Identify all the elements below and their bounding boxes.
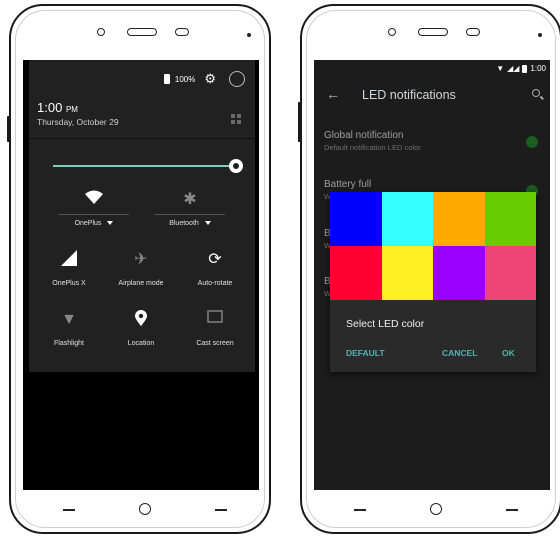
tile-label: Auto-rotate	[197, 280, 233, 287]
tile-label: Flashlight	[54, 340, 84, 347]
color-swatch-grid	[330, 192, 536, 300]
cell-signal-icon	[39, 250, 99, 270]
tile-label: Cast screen	[196, 340, 234, 347]
recents-key[interactable]	[506, 509, 518, 511]
brightness-thumb[interactable]	[229, 159, 243, 173]
dialog-title: Select LED color	[346, 318, 425, 330]
gear-icon[interactable]: ⚙	[204, 72, 216, 86]
front-camera	[388, 28, 396, 36]
phone-left: 100% ⚙ 1:00 PM Thursday, October 29 OneP…	[7, 4, 271, 534]
avatar[interactable]	[229, 71, 245, 87]
color-swatch[interactable]	[381, 246, 433, 300]
battery-icon	[522, 64, 528, 73]
back-key[interactable]	[63, 509, 75, 511]
app-bar: ← LED notifications	[314, 80, 550, 114]
screen-left: 100% ⚙ 1:00 PM Thursday, October 29 OneP…	[23, 60, 259, 490]
tile-cast[interactable]: Cast screen	[185, 310, 245, 347]
cancel-button[interactable]: CANCEL	[442, 348, 477, 358]
front-sensor-dot	[538, 33, 542, 37]
wifi-icon	[59, 190, 129, 210]
tile-airplane[interactable]: ✈ Airplane mode	[111, 250, 171, 287]
power-button	[7, 116, 10, 142]
auto-rotate-icon: ⟳	[208, 251, 222, 268]
home-key[interactable]	[139, 503, 151, 515]
clock[interactable]: 1:00 PM	[37, 100, 78, 115]
tile-label: OnePlus	[74, 220, 102, 227]
tile-divider	[59, 214, 129, 215]
earpiece-speaker	[127, 28, 157, 36]
front-camera	[97, 28, 105, 36]
tile-label: Location	[127, 340, 155, 347]
tile-label: OnePlus X	[52, 280, 86, 287]
battery-percent: 100%	[174, 74, 196, 84]
qs-status-bar: 100% ⚙	[163, 71, 245, 87]
back-key[interactable]	[354, 509, 366, 511]
hardware-nav-bar	[11, 500, 269, 520]
color-swatch[interactable]	[433, 192, 485, 246]
divider	[29, 138, 255, 139]
pref-title: Battery full	[324, 179, 372, 190]
color-swatch[interactable]	[433, 246, 485, 300]
cast-icon	[185, 310, 245, 330]
airplane-icon: ✈	[134, 251, 148, 268]
led-color-dot	[526, 136, 538, 148]
date[interactable]: Thursday, October 29	[37, 117, 119, 127]
default-button[interactable]: DEFAULT	[346, 348, 385, 358]
clock-ampm: PM	[65, 105, 78, 114]
back-arrow-icon[interactable]: ←	[326, 86, 340, 102]
flashlight-off-icon: ▼	[61, 311, 77, 328]
tile-label: Bluetooth	[169, 220, 199, 227]
brightness-slider[interactable]	[53, 165, 229, 167]
proximity-sensor	[466, 28, 480, 36]
quick-settings-panel: 100% ⚙ 1:00 PM Thursday, October 29 OneP…	[29, 60, 255, 372]
battery-icon	[163, 74, 170, 84]
ok-button[interactable]: OK	[502, 348, 515, 358]
led-color-dialog: Select LED color DEFAULT CANCEL OK	[330, 192, 536, 372]
pref-subtitle: Default notification LED color	[324, 143, 421, 152]
tile-auto-rotate[interactable]: ⟳ Auto-rotate	[185, 250, 245, 287]
tile-cellular[interactable]: OnePlus X	[39, 250, 99, 287]
screen-right: ▼ ◢◢ 1:00 ← LED notifications Global not…	[314, 60, 550, 490]
power-button	[298, 102, 301, 142]
cell-signal-icon: ◢◢	[507, 64, 520, 73]
tile-bluetooth[interactable]: ✱ Bluetooth	[155, 190, 225, 227]
status-time: 1:00	[530, 64, 546, 73]
phone-right: ▼ ◢◢ 1:00 ← LED notifications Global not…	[298, 4, 560, 534]
front-sensor-dot	[247, 33, 251, 37]
edit-tiles-icon[interactable]	[231, 114, 241, 124]
color-swatch[interactable]	[381, 192, 433, 246]
location-icon	[111, 310, 171, 330]
proximity-sensor	[175, 28, 189, 36]
chevron-down-icon[interactable]	[107, 221, 114, 226]
status-bar: ▼ ◢◢ 1:00	[496, 64, 546, 73]
color-swatch[interactable]	[330, 246, 382, 300]
earpiece-speaker	[418, 28, 448, 36]
clock-time: 1:00	[37, 100, 63, 115]
page-title: LED notifications	[362, 88, 456, 102]
tile-flashlight[interactable]: ▼ Flashlight	[39, 310, 99, 347]
tile-divider	[155, 214, 225, 215]
tile-wifi[interactable]: OnePlus	[59, 190, 129, 227]
tile-location[interactable]: Location	[111, 310, 171, 347]
home-key[interactable]	[430, 503, 442, 515]
color-swatch[interactable]	[484, 192, 536, 246]
pref-global-notification[interactable]: Global notification Default notification…	[324, 130, 540, 152]
wifi-signal-icon: ▼	[496, 64, 505, 73]
recents-key[interactable]	[215, 509, 227, 511]
search-icon[interactable]	[532, 89, 540, 97]
pref-title: Global notification	[324, 130, 404, 141]
bluetooth-off-icon: ✱	[183, 191, 197, 208]
hardware-nav-bar	[302, 500, 560, 520]
tile-label: Airplane mode	[118, 280, 164, 287]
color-swatch[interactable]	[484, 246, 536, 300]
chevron-down-icon[interactable]	[204, 221, 211, 226]
color-swatch[interactable]	[330, 192, 382, 246]
